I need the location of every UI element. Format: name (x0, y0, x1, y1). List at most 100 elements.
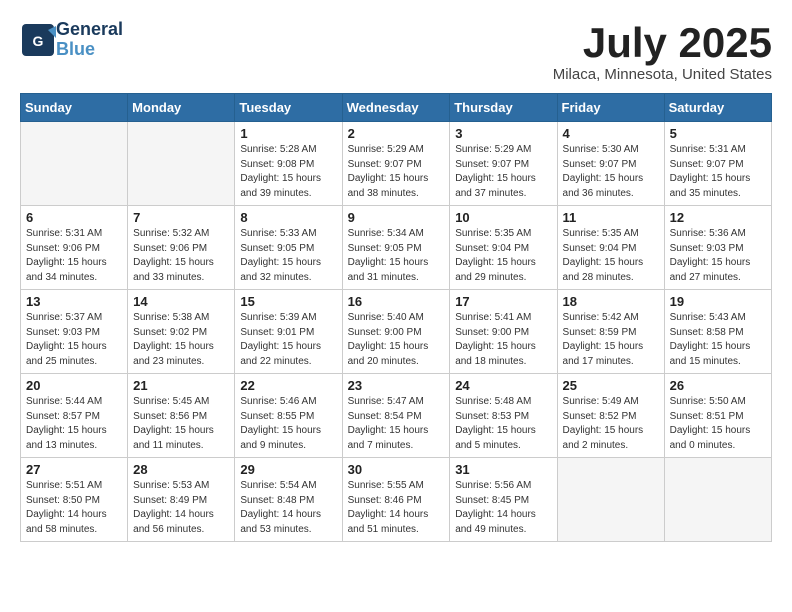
calendar-week-4: 20Sunrise: 5:44 AM Sunset: 8:57 PM Dayli… (21, 374, 772, 458)
location: Milaca, Minnesota, United States (553, 66, 772, 83)
day-number: 28 (133, 462, 229, 477)
day-detail: Sunrise: 5:42 AM Sunset: 8:59 PM Dayligh… (563, 311, 659, 369)
calendar-cell: 26 Sunrise: 5:50 AM Sunset: 8:51 PM Dayli… (664, 374, 771, 458)
calendar-cell (21, 122, 128, 206)
calendar-cell: 17 Sunrise: 5:41 AM Sunset: 9:00 PM Dayli… (450, 290, 557, 374)
calendar-cell: 22 Sunrise: 5:46 AM Sunset: 8:55 PM Dayli… (235, 374, 342, 458)
calendar-cell: 31Sunrise: 5:56 AM Sunset: 8:45 PM Dayli… (450, 458, 557, 542)
day-detail: Sunrise: 5:46 AM Sunset: 8:55 PM Dayligh… (240, 395, 336, 453)
day-detail: Sunrise: 5:29 AM Sunset: 9:07 PM Dayligh… (455, 143, 551, 201)
calendar-cell: 2 Sunrise: 5:29 AM Sunset: 9:07 PM Daylig… (342, 122, 450, 206)
calendar-cell (128, 122, 235, 206)
day-detail: Sunrise: 5:38 AM Sunset: 9:02 PM Dayligh… (133, 311, 229, 369)
calendar-cell: 5 Sunrise: 5:31 AM Sunset: 9:07 PM Daylig… (664, 122, 771, 206)
weekday-header-friday: Friday (557, 94, 664, 122)
calendar-cell: 11 Sunrise: 5:35 AM Sunset: 9:04 PM Dayli… (557, 206, 664, 290)
day-number: 22 (240, 378, 336, 393)
weekday-header-monday: Monday (128, 94, 235, 122)
weekday-header-sunday: Sunday (21, 94, 128, 122)
calendar-cell: 19Sunrise: 5:43 AM Sunset: 8:58 PM Dayli… (664, 290, 771, 374)
day-number: 6 (26, 210, 122, 225)
day-detail: Sunrise: 5:31 AM Sunset: 9:07 PM Dayligh… (670, 143, 766, 201)
day-detail: Sunrise: 5:35 AM Sunset: 9:04 PM Dayligh… (563, 227, 659, 285)
day-detail: Sunrise: 5:56 AM Sunset: 8:45 PM Dayligh… (455, 479, 551, 537)
day-number: 8 (240, 210, 336, 225)
weekday-header-thursday: Thursday (450, 94, 557, 122)
day-number: 2 (348, 126, 445, 141)
day-detail: Sunrise: 5:32 AM Sunset: 9:06 PM Dayligh… (133, 227, 229, 285)
day-number: 5 (670, 126, 766, 141)
day-detail: Sunrise: 5:34 AM Sunset: 9:05 PM Dayligh… (348, 227, 445, 285)
calendar-cell: 27 Sunrise: 5:51 AM Sunset: 8:50 PM Dayli… (21, 458, 128, 542)
day-detail: Sunrise: 5:28 AM Sunset: 9:08 PM Dayligh… (240, 143, 336, 201)
day-number: 27 (26, 462, 122, 477)
day-number: 25 (563, 378, 659, 393)
calendar-cell: 4 Sunrise: 5:30 AM Sunset: 9:07 PM Daylig… (557, 122, 664, 206)
calendar-cell: 25 Sunrise: 5:49 AM Sunset: 8:52 PM Dayli… (557, 374, 664, 458)
page-header: G General Blue July 2025 Milaca, Minneso… (20, 20, 772, 83)
day-detail: Sunrise: 5:50 AM Sunset: 8:51 PM Dayligh… (670, 395, 766, 453)
day-detail: Sunrise: 5:39 AM Sunset: 9:01 PM Dayligh… (240, 311, 336, 369)
day-number: 29 (240, 462, 336, 477)
day-detail: Sunrise: 5:35 AM Sunset: 9:04 PM Dayligh… (455, 227, 551, 285)
calendar-cell: 23Sunrise: 5:47 AM Sunset: 8:54 PM Dayli… (342, 374, 450, 458)
calendar-cell: 13Sunrise: 5:37 AM Sunset: 9:03 PM Dayli… (21, 290, 128, 374)
day-detail: Sunrise: 5:48 AM Sunset: 8:53 PM Dayligh… (455, 395, 551, 453)
day-number: 12 (670, 210, 766, 225)
day-number: 9 (348, 210, 445, 225)
month-title: July 2025 (553, 20, 772, 66)
day-number: 11 (563, 210, 659, 225)
day-detail: Sunrise: 5:45 AM Sunset: 8:56 PM Dayligh… (133, 395, 229, 453)
logo: G General Blue (20, 20, 123, 60)
calendar-cell: 21Sunrise: 5:45 AM Sunset: 8:56 PM Dayli… (128, 374, 235, 458)
day-detail: Sunrise: 5:30 AM Sunset: 9:07 PM Dayligh… (563, 143, 659, 201)
day-number: 30 (348, 462, 445, 477)
calendar-cell: 15Sunrise: 5:39 AM Sunset: 9:01 PM Dayli… (235, 290, 342, 374)
calendar-week-2: 6Sunrise: 5:31 AM Sunset: 9:06 PM Daylig… (21, 206, 772, 290)
day-number: 20 (26, 378, 122, 393)
day-number: 4 (563, 126, 659, 141)
day-number: 24 (455, 378, 551, 393)
calendar-cell: 14Sunrise: 5:38 AM Sunset: 9:02 PM Dayli… (128, 290, 235, 374)
calendar-cell: 12Sunrise: 5:36 AM Sunset: 9:03 PM Dayli… (664, 206, 771, 290)
day-detail: Sunrise: 5:54 AM Sunset: 8:48 PM Dayligh… (240, 479, 336, 537)
calendar-cell: 16Sunrise: 5:40 AM Sunset: 9:00 PM Dayli… (342, 290, 450, 374)
calendar-week-1: 1 Sunrise: 5:28 AM Sunset: 9:08 PM Daylig… (21, 122, 772, 206)
day-detail: Sunrise: 5:33 AM Sunset: 9:05 PM Dayligh… (240, 227, 336, 285)
calendar-week-5: 27 Sunrise: 5:51 AM Sunset: 8:50 PM Dayli… (21, 458, 772, 542)
day-number: 1 (240, 126, 336, 141)
calendar-cell: 30 Sunrise: 5:55 AM Sunset: 8:46 PM Dayli… (342, 458, 450, 542)
calendar-cell (557, 458, 664, 542)
day-number: 10 (455, 210, 551, 225)
weekday-header-wednesday: Wednesday (342, 94, 450, 122)
day-detail: Sunrise: 5:29 AM Sunset: 9:07 PM Dayligh… (348, 143, 445, 201)
calendar-cell: 8 Sunrise: 5:33 AM Sunset: 9:05 PM Daylig… (235, 206, 342, 290)
weekday-header-tuesday: Tuesday (235, 94, 342, 122)
day-number: 26 (670, 378, 766, 393)
day-detail: Sunrise: 5:53 AM Sunset: 8:49 PM Dayligh… (133, 479, 229, 537)
calendar-cell: 29 Sunrise: 5:54 AM Sunset: 8:48 PM Dayli… (235, 458, 342, 542)
calendar-cell: 28 Sunrise: 5:53 AM Sunset: 8:49 PM Dayli… (128, 458, 235, 542)
day-number: 18 (563, 294, 659, 309)
calendar-cell: 10 Sunrise: 5:35 AM Sunset: 9:04 PM Dayli… (450, 206, 557, 290)
day-number: 7 (133, 210, 229, 225)
day-detail: Sunrise: 5:43 AM Sunset: 8:58 PM Dayligh… (670, 311, 766, 369)
day-detail: Sunrise: 5:49 AM Sunset: 8:52 PM Dayligh… (563, 395, 659, 453)
calendar-cell: 18 Sunrise: 5:42 AM Sunset: 8:59 PM Dayli… (557, 290, 664, 374)
day-number: 17 (455, 294, 551, 309)
weekday-header-saturday: Saturday (664, 94, 771, 122)
title-block: July 2025 Milaca, Minnesota, United Stat… (553, 20, 772, 83)
day-detail: Sunrise: 5:41 AM Sunset: 9:00 PM Dayligh… (455, 311, 551, 369)
calendar-week-3: 13Sunrise: 5:37 AM Sunset: 9:03 PM Dayli… (21, 290, 772, 374)
svg-text:G: G (33, 33, 44, 49)
calendar-cell: 20Sunrise: 5:44 AM Sunset: 8:57 PM Dayli… (21, 374, 128, 458)
calendar-cell: 9 Sunrise: 5:34 AM Sunset: 9:05 PM Daylig… (342, 206, 450, 290)
logo-general: General (56, 19, 123, 39)
day-number: 23 (348, 378, 445, 393)
day-detail: Sunrise: 5:55 AM Sunset: 8:46 PM Dayligh… (348, 479, 445, 537)
day-detail: Sunrise: 5:37 AM Sunset: 9:03 PM Dayligh… (26, 311, 122, 369)
calendar-cell (664, 458, 771, 542)
day-detail: Sunrise: 5:40 AM Sunset: 9:00 PM Dayligh… (348, 311, 445, 369)
day-detail: Sunrise: 5:51 AM Sunset: 8:50 PM Dayligh… (26, 479, 122, 537)
calendar-cell: 24 Sunrise: 5:48 AM Sunset: 8:53 PM Dayli… (450, 374, 557, 458)
